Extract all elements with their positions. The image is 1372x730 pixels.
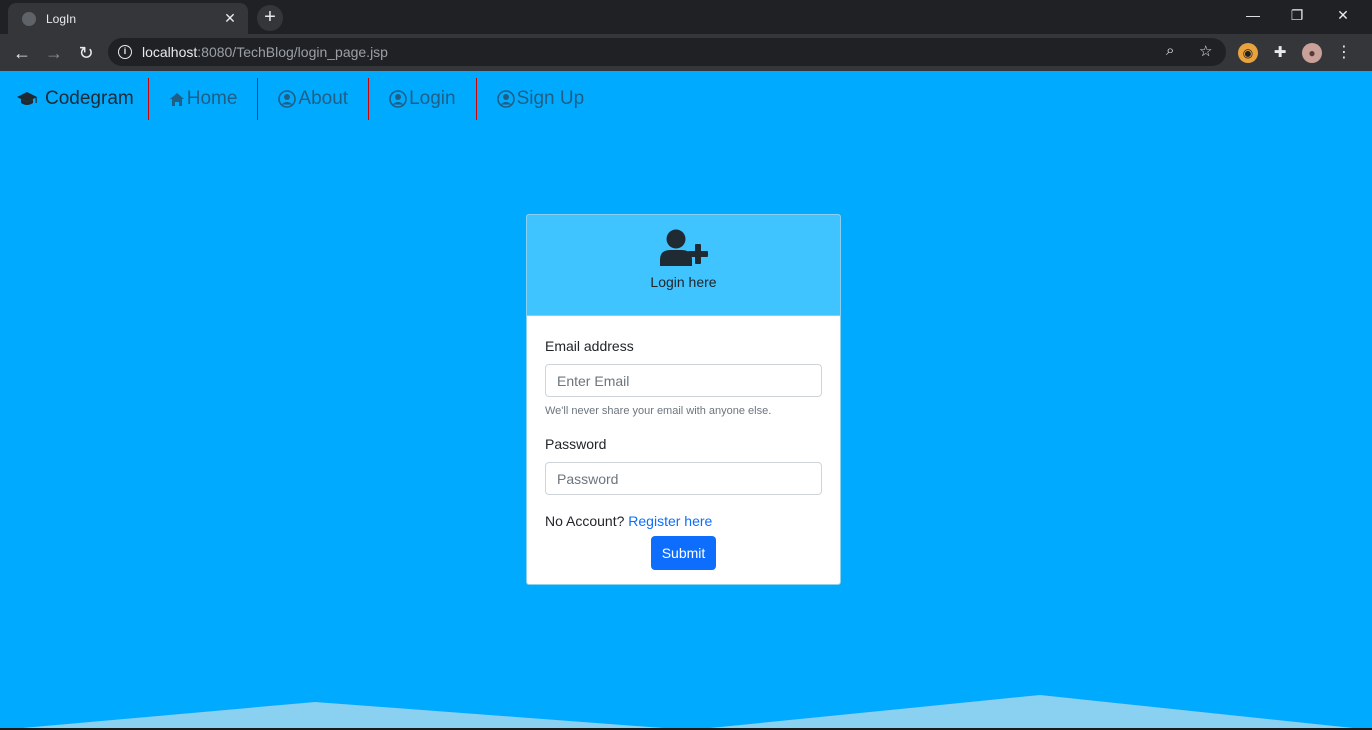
close-icon[interactable]: ✕ — [222, 10, 238, 27]
decorative-waves — [0, 695, 1372, 730]
nav-link-label: Sign Up — [516, 88, 585, 109]
reload-button[interactable]: ↻ — [73, 40, 99, 66]
email-help-text: We'll never share your email with anyone… — [545, 405, 772, 417]
tab-title: LogIn — [46, 11, 77, 26]
no-account-text: No Account? — [545, 513, 625, 529]
card-title: Login here — [650, 274, 717, 290]
login-card: Login here Email address Enter Email We'… — [526, 214, 841, 585]
user-plus-icon — [659, 229, 708, 266]
browser-tab[interactable]: LogIn ✕ — [8, 3, 248, 34]
email-label: Email address — [545, 338, 634, 354]
new-tab-button[interactable]: + — [257, 5, 283, 31]
nav-link-label: Home — [186, 88, 238, 109]
submit-row: Submit — [545, 536, 822, 570]
window-close-button[interactable]: ✕ — [1320, 0, 1366, 30]
info-icon[interactable]: i — [118, 45, 132, 59]
minimize-button[interactable]: — — [1230, 0, 1276, 30]
user-circle-icon — [389, 90, 407, 108]
nav-link-login[interactable]: Login — [369, 78, 477, 120]
email-field[interactable]: Enter Email — [545, 364, 822, 397]
browser-toolbar: ← → ↻ i localhost:8080/TechBlog/login_pa… — [0, 34, 1372, 71]
user-circle-icon — [496, 90, 515, 108]
profile-avatar[interactable]: ● — [1302, 43, 1322, 63]
brand-label: Codegram — [45, 88, 134, 109]
password-field[interactable]: Password — [545, 462, 822, 495]
puzzle-icon[interactable]: ✚ — [1270, 43, 1290, 63]
zoom-icon[interactable]: ⌕ — [1166, 42, 1174, 59]
no-account-row: No Account? Register here — [545, 513, 822, 529]
forward-button[interactable]: → — [41, 40, 67, 66]
star-icon[interactable]: ☆ — [1199, 42, 1212, 60]
menu-icon[interactable]: ⋮ — [1334, 43, 1354, 63]
nav-link-home[interactable]: Home — [149, 78, 259, 120]
graduation-cap-icon — [17, 92, 37, 105]
user-circle-icon — [278, 90, 297, 108]
globe-icon — [22, 11, 36, 26]
brand-link[interactable]: Codegram — [0, 78, 149, 120]
submit-button[interactable]: Submit — [650, 536, 717, 570]
url-host: localhost — [142, 44, 198, 60]
register-link[interactable]: Register here — [628, 513, 712, 529]
nav-link-label: Login — [409, 88, 456, 109]
nav-link-about[interactable]: About — [258, 78, 370, 120]
back-button[interactable]: ← — [9, 40, 35, 66]
site-navbar: Codegram Home About Login Sign Up — [0, 71, 1372, 127]
restore-button[interactable]: ❐ — [1274, 0, 1320, 30]
nav-link-label: About — [298, 88, 349, 109]
card-header: Login here — [527, 215, 840, 316]
extension-icon[interactable]: ◉ — [1238, 43, 1258, 63]
address-bar[interactable]: i localhost:8080/TechBlog/login_page.jsp… — [108, 38, 1226, 66]
url-path: :8080/TechBlog/login_page.jsp — [197, 44, 388, 60]
password-label: Password — [545, 436, 607, 452]
browser-titlebar: LogIn ✕ + — ❐ ✕ — [0, 0, 1372, 34]
home-icon — [169, 92, 184, 106]
card-body: Email address Enter Email We'll never sh… — [527, 316, 840, 570]
nav-link-signup[interactable]: Sign Up — [477, 78, 605, 120]
